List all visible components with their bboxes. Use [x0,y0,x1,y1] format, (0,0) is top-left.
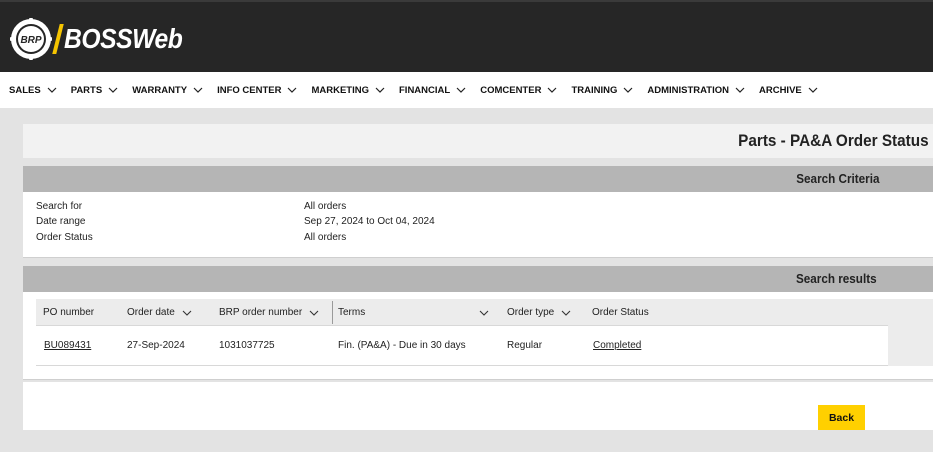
top-header: BRP BOSSWeb [0,0,933,72]
chevron-down-icon [561,310,571,316]
app-name: BOSSWeb [64,23,183,54]
chevron-down-icon [735,87,745,93]
nav-item-label: INFO CENTER [217,84,282,96]
order-status-link[interactable]: Completed [593,340,641,351]
chevron-down-icon [548,87,557,93]
order-date-cell: 27-Sep-2024 [127,340,185,351]
chevron-down-icon[interactable] [479,310,489,316]
back-button[interactable]: Back [818,405,865,430]
nav-item-marketing[interactable]: MARKETING [311,85,385,96]
column-header-brp-order-number[interactable]: BRP order number [219,307,319,318]
nav-item-info-center[interactable]: INFO CENTER [217,85,297,96]
brp-logo-text: BRP [20,35,41,46]
chevron-down-icon [623,87,633,93]
chevron-down-icon [808,87,818,93]
logo-area[interactable]: BRP BOSSWeb [10,18,198,60]
criteria-value-search-for: All orders [304,201,347,212]
logo-accent-slash [52,24,64,54]
nav-item-administration[interactable]: ADMINISTRATION [647,85,745,96]
nav-item-comcenter[interactable]: COMCENTER [480,85,557,96]
chevron-down-icon [47,87,57,93]
criteria-label-order-status: Order Status [36,232,93,243]
search-results-panel: PO number Order date BRP order number Te… [23,292,933,380]
column-header-label: Order type [507,307,555,318]
nav-item-archive[interactable]: ARCHIVE [759,85,818,96]
table-row[interactable]: BU089431 27-Sep-2024 1031037725 Fin. (PA… [36,326,888,366]
brp-logo-icon: BRP [10,18,52,60]
search-criteria-header: Search Criteria [23,166,933,192]
criteria-label-search-for: Search for [36,201,83,212]
chevron-down-icon [375,87,385,93]
terms-cell: Fin. (PA&A) - Due in 30 days [338,340,466,351]
column-header-label: Terms [338,307,366,318]
nav-item-label: ARCHIVE [758,84,802,96]
column-header-label: Order Status [592,307,649,318]
chevron-down-icon [108,87,118,93]
search-criteria-heading: Search Criteria [795,171,879,186]
column-header-label: PO number [43,307,95,318]
chevron-down-icon [456,87,466,93]
brp-order-number-cell: 1031037725 [219,340,275,351]
nav-item-label: FINANCIAL [399,84,451,96]
nav-item-label: WARRANTY [132,84,188,96]
column-header-terms[interactable]: Terms [338,307,365,318]
column-header-label: Order date [127,307,175,318]
criteria-value-date-range: Sep 27, 2024 to Oct 04, 2024 [304,216,435,227]
page-title-panel: Parts - PA&A Order Status [23,124,933,158]
column-header-po-number[interactable]: PO number [43,307,94,318]
app-logo: BOSSWeb [52,23,198,55]
criteria-value-order-status: All orders [304,232,347,243]
nav-item-financial[interactable]: FINANCIAL [399,85,466,96]
nav-item-label: MARKETING [311,84,369,96]
criteria-label-date-range: Date range [36,216,86,227]
column-header-label: BRP order number [219,307,303,318]
nav-item-parts[interactable]: PARTS [71,85,119,96]
chevron-down-icon [182,310,192,316]
chevron-down-icon [193,87,203,93]
chevron-down-icon [288,87,297,93]
search-criteria-panel: Search for All orders Date range Sep 27,… [23,192,933,258]
nav-item-training[interactable]: TRAINING [571,85,633,96]
nav-item-warranty[interactable]: WARRANTY [132,85,203,96]
column-resize-handle[interactable] [332,301,333,324]
search-results-heading: Search results [796,271,877,286]
table-side-strip [888,299,933,366]
po-number-link[interactable]: BU089431 [44,340,91,351]
column-header-order-date[interactable]: Order date [127,307,192,318]
main-nav: SALES PARTS WARRANTY INFO CENTER MARKETI… [0,72,933,108]
results-table: PO number Order date BRP order number Te… [36,299,888,366]
nav-item-label: SALES [9,84,41,96]
table-header-row: PO number Order date BRP order number Te… [36,299,888,326]
order-type-cell: Regular [507,340,543,351]
nav-item-label: ADMINISTRATION [647,84,729,96]
column-header-order-type[interactable]: Order type [507,307,571,318]
page-title: Parts - PA&A Order Status [738,131,929,150]
actions-panel: Back [23,382,933,430]
nav-item-sales[interactable]: SALES [9,85,57,96]
column-header-order-status[interactable]: Order Status [592,307,649,318]
search-results-header: Search results [23,266,933,292]
nav-item-label: PARTS [70,84,103,96]
nav-item-label: COMCENTER [480,84,542,96]
chevron-down-icon [309,310,319,316]
nav-item-label: TRAINING [571,84,618,96]
